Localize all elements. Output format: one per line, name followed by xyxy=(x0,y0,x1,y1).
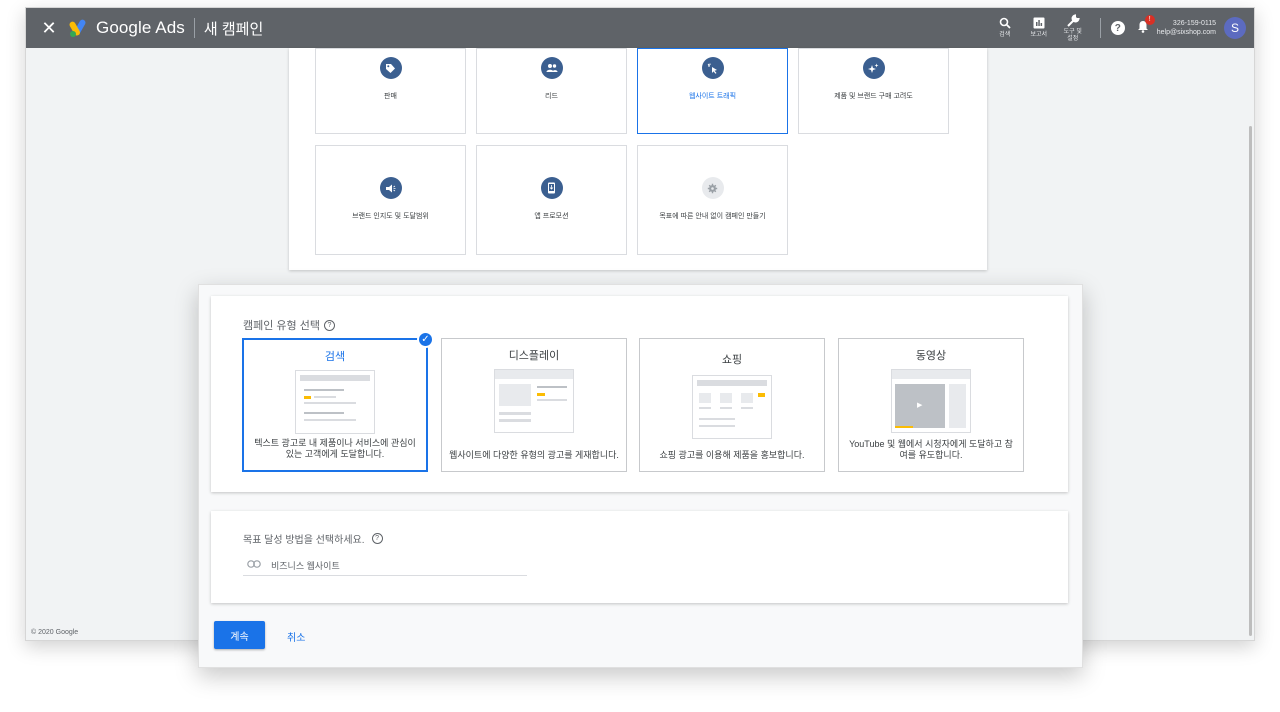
shopping-thumbnail xyxy=(692,375,772,439)
help-question-icon[interactable]: ? xyxy=(323,319,335,331)
tools-settings-tool[interactable]: 도구 및 설정 xyxy=(1058,13,1088,43)
method-title: 목표 달성 방법을 선택하세요. ? xyxy=(243,531,383,546)
type-name: 쇼핑 xyxy=(721,354,743,366)
goal-sales[interactable]: 판매 xyxy=(315,48,466,134)
wrench-icon xyxy=(1066,13,1080,29)
goal-label: 브랜드 인지도 및 도달범위 xyxy=(352,213,429,220)
goal-panel: 판매 리드 웹사이트 트래픽 제품 및 브랜드 구매 고려도 브랜드 인지도 및… xyxy=(289,48,987,270)
goal-app-promotion[interactable]: 앱 프로모션 xyxy=(476,145,627,255)
title-separator xyxy=(193,18,195,38)
goal-label: 웹사이트 트래픽 xyxy=(688,93,737,100)
search-tool[interactable]: 검색 xyxy=(990,17,1020,39)
sparkle-icon xyxy=(862,57,885,79)
search-tool-label: 검색 xyxy=(999,32,1011,38)
type-display[interactable]: 디스플레이 웹사이트에 다양한 유형의 광고를 게재합니다. xyxy=(441,338,627,472)
campaign-type-dialog: 캠페인 유형 선택 ? ✓ 검색 텍스트 광고로 내 제품이나 서비스에 관심이… xyxy=(198,284,1083,668)
goal-label: 목표에 따른 안내 없이 캠페인 만들기 xyxy=(659,213,766,220)
type-name: 검색 xyxy=(324,351,346,363)
campaign-type-title-text: 캠페인 유형 선택 xyxy=(243,320,320,332)
goal-label: 판매 xyxy=(384,93,397,100)
type-name: 디스플레이 xyxy=(508,350,560,362)
display-thumbnail xyxy=(494,369,574,433)
avatar[interactable]: S xyxy=(1224,17,1246,39)
method-card: 목표 달성 방법을 선택하세요. ? 비즈니스 웹사이트 xyxy=(211,511,1068,603)
people-icon xyxy=(540,57,563,79)
type-description: YouTube 및 웹에서 시청자에게 도달하고 참여를 유도합니다. xyxy=(849,439,1013,460)
account-id: 326-159-0115 xyxy=(1172,20,1216,27)
tools-separator xyxy=(1099,18,1101,38)
goal-no-guidance[interactable]: 목표에 따른 안내 없이 캠페인 만들기 xyxy=(637,145,788,255)
type-description: 웹사이트에 다양한 유형의 광고를 게재합니다. xyxy=(449,450,619,460)
type-search[interactable]: ✓ 검색 텍스트 광고로 내 제품이나 서비스에 관심이 있는 고객에게 도달합… xyxy=(242,331,434,472)
notification-badge: ! xyxy=(1144,15,1155,25)
gear-icon xyxy=(701,177,724,199)
search-icon xyxy=(999,17,1011,32)
type-video[interactable]: 동영상 ▶ YouTube 및 웹에서 시청자에게 도달하고 참여를 유도합니다… xyxy=(838,338,1024,472)
reports-tool[interactable]: 보고서 xyxy=(1024,17,1054,39)
reports-icon xyxy=(1033,17,1045,32)
tools-settings-label: 도구 및 설정 xyxy=(1063,28,1082,42)
copyright: © 2020 Google xyxy=(31,629,79,636)
goal-label: 앱 프로모션 xyxy=(534,213,569,220)
type-description: 쇼핑 광고를 이용해 제품을 홍보합니다. xyxy=(659,450,805,460)
type-name: 동영상 xyxy=(915,350,947,362)
website-field-label: 비즈니스 웹사이트 xyxy=(271,561,340,571)
method-title-text: 목표 달성 방법을 선택하세요. xyxy=(243,535,365,546)
notifications-bell-icon[interactable]: ! xyxy=(1137,15,1155,36)
checkmark-icon: ✓ xyxy=(417,331,434,348)
goal-website-traffic[interactable]: 웹사이트 트래픽 xyxy=(637,48,788,134)
type-description: 텍스트 광고로 내 제품이나 서비스에 관심이 있는 고객에게 도달합니다. xyxy=(254,438,416,459)
campaign-type-card: 캠페인 유형 선택 ? ✓ 검색 텍스트 광고로 내 제품이나 서비스에 관심이… xyxy=(211,296,1068,492)
account-email: help@sixshop.com xyxy=(1156,29,1216,36)
play-icon: ▶ xyxy=(917,402,923,409)
brand-name: Google Ads xyxy=(96,18,185,37)
page-scrollbar[interactable] xyxy=(1249,126,1252,636)
tag-icon xyxy=(379,57,402,79)
help-question-icon[interactable]: ? xyxy=(371,533,383,544)
continue-button[interactable]: 계속 xyxy=(214,621,265,649)
cursor-click-icon xyxy=(701,57,724,79)
goal-product-consideration[interactable]: 제품 및 브랜드 구매 고려도 xyxy=(798,48,949,134)
link-icon xyxy=(247,560,261,571)
megaphone-icon xyxy=(379,177,402,199)
goal-brand-awareness[interactable]: 브랜드 인지도 및 도달범위 xyxy=(315,145,466,255)
goal-label: 제품 및 브랜드 구매 고려도 xyxy=(834,93,913,100)
goal-label: 리드 xyxy=(545,93,558,100)
close-icon[interactable]: ✕ xyxy=(34,18,64,39)
goal-leads[interactable]: 리드 xyxy=(476,48,627,134)
google-ads-logo xyxy=(68,17,90,39)
top-right-tools: 검색 보고서 도구 및 설정 ? ! 326-159-0115 help@six… xyxy=(988,8,1246,48)
website-field[interactable]: 비즈니스 웹사이트 xyxy=(243,556,527,576)
phone-icon xyxy=(540,177,563,199)
type-shopping[interactable]: 쇼핑 쇼핑 광고를 이용해 제품을 홍보합니다. xyxy=(639,338,825,472)
page-title: 새 캠페인 xyxy=(203,20,264,38)
campaign-type-title: 캠페인 유형 선택 ? xyxy=(243,317,335,333)
help-icon[interactable]: ? xyxy=(1110,21,1125,35)
account-info[interactable]: 326-159-0115 help@sixshop.com xyxy=(1157,19,1216,37)
reports-tool-label: 보고서 xyxy=(1030,32,1048,38)
top-bar: ✕ Google Ads 새 캠페인 검색 보고서 도구 및 설정 ? ! 32… xyxy=(26,8,1254,48)
search-thumbnail xyxy=(295,370,375,434)
video-thumbnail: ▶ xyxy=(891,369,971,433)
cancel-button[interactable]: 취소 xyxy=(287,629,305,644)
